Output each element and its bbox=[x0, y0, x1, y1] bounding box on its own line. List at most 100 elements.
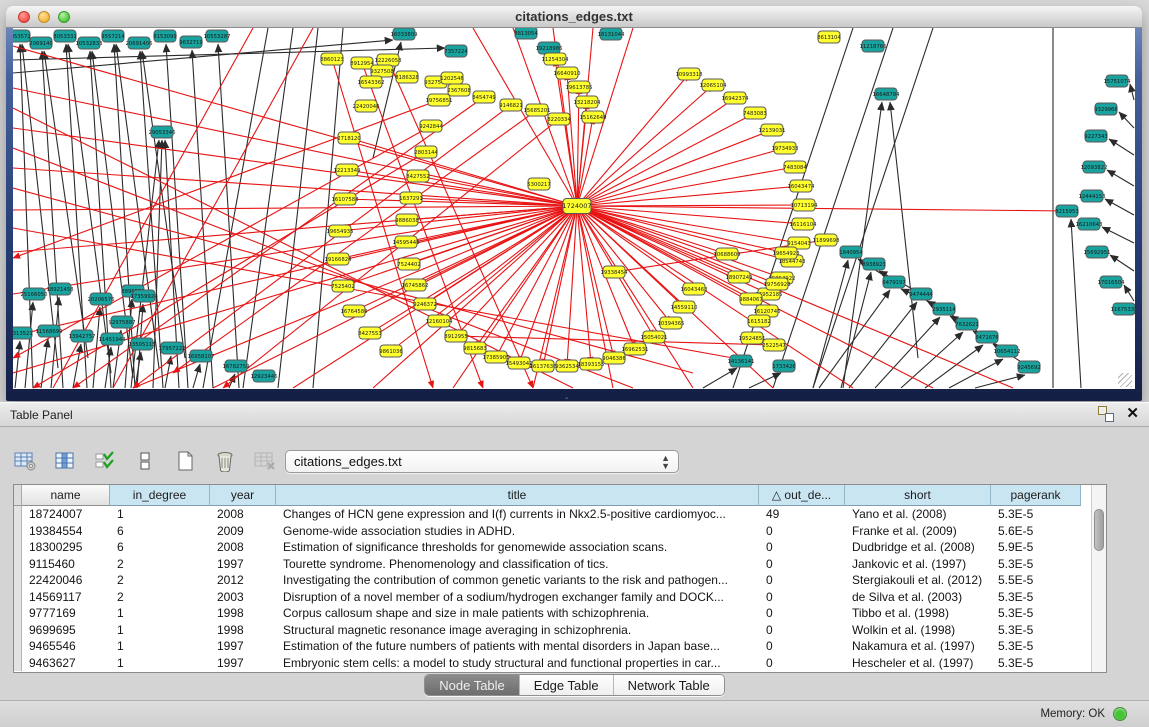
column-header-in_degree[interactable]: in_degree bbox=[110, 485, 210, 506]
column-header-short[interactable]: short bbox=[845, 485, 991, 506]
table-cell: Corpus callosum shape and size in male p… bbox=[276, 605, 759, 622]
delete-column-icon[interactable] bbox=[212, 449, 238, 473]
node-label: 19756851 bbox=[426, 98, 453, 104]
node-label: 12093822 bbox=[1081, 165, 1108, 171]
table-cell: Estimation of significance thresholds fo… bbox=[276, 539, 759, 556]
table-row[interactable]: 1830029562008Estimation of significance … bbox=[14, 539, 1106, 556]
node-label: 10654112 bbox=[994, 349, 1021, 355]
table-cell: 2 bbox=[110, 589, 210, 606]
table-cell: 0 bbox=[759, 589, 845, 606]
column-header-out_de[interactable]: △ out_de... bbox=[759, 485, 845, 506]
node-label: 12226058 bbox=[375, 58, 403, 64]
table-cell: 5.3E-5 bbox=[991, 638, 1081, 655]
table-row[interactable]: 1872400712008Changes of HCN gene express… bbox=[14, 506, 1106, 523]
node-label: 13218204 bbox=[574, 100, 602, 106]
table-cell: Nakamura et al. (1997) bbox=[845, 638, 991, 655]
node-label: 9474444 bbox=[909, 292, 933, 298]
row-header-cell bbox=[14, 556, 22, 573]
node-label: 8938923 bbox=[862, 262, 886, 268]
table-cell: 22420046 bbox=[22, 572, 110, 589]
combobox-stepper-icon: ▲▼ bbox=[661, 454, 670, 470]
table-row[interactable]: 1456911722003Disruption of a novel membe… bbox=[14, 589, 1106, 606]
tab-edge-table[interactable]: Edge Table bbox=[520, 675, 614, 695]
table-cell: 0 bbox=[759, 622, 845, 639]
scrollbar-thumb[interactable] bbox=[1094, 509, 1104, 551]
node-label: 16107588 bbox=[332, 197, 360, 203]
table-cell: Changes of HCN gene expression and I(f) … bbox=[276, 506, 759, 523]
table-cell: 0 bbox=[759, 556, 845, 573]
node-label: 20691406 bbox=[126, 41, 154, 47]
table-row[interactable]: 946554611997Estimation of the future num… bbox=[14, 638, 1106, 655]
node-label: 14595443 bbox=[393, 240, 420, 246]
table-cell: 1 bbox=[110, 638, 210, 655]
node-label: 9246372 bbox=[413, 302, 437, 308]
node-label: 12139031 bbox=[759, 128, 786, 134]
table-cell: 5.3E-5 bbox=[991, 589, 1081, 606]
window-resize-grip[interactable] bbox=[1118, 373, 1132, 387]
row-height-icon[interactable] bbox=[132, 449, 158, 473]
table-row[interactable]: 946362711997Embryonic stem cells: a mode… bbox=[14, 655, 1106, 672]
node-label: 9327508 bbox=[370, 69, 394, 75]
table-cell: 2 bbox=[110, 572, 210, 589]
row-selection-icon[interactable] bbox=[92, 449, 118, 473]
node-label: 10553287 bbox=[204, 34, 231, 40]
tab-network-table[interactable]: Network Table bbox=[614, 675, 724, 695]
node-label: 9245692 bbox=[1017, 365, 1041, 371]
table-row[interactable]: 969969511998Structural magnetic resonanc… bbox=[14, 622, 1106, 639]
network-window: citations_edges.txt 90535722069140805333… bbox=[6, 6, 1142, 401]
node-label: 19524851 bbox=[739, 336, 766, 342]
show-columns-icon[interactable] bbox=[52, 449, 78, 473]
new-column-icon[interactable] bbox=[172, 449, 198, 473]
node-label: 10532833 bbox=[76, 41, 103, 47]
node-label: 19613785 bbox=[566, 85, 593, 91]
table-row[interactable]: 911546021997Tourette syndrome. Phenomeno… bbox=[14, 556, 1106, 573]
table-row[interactable]: 2242004622012Investigating the contribut… bbox=[14, 572, 1106, 589]
window-titlebar[interactable]: citations_edges.txt bbox=[6, 6, 1142, 28]
float-panel-icon[interactable] bbox=[1098, 406, 1114, 422]
table-cell: 2008 bbox=[210, 506, 276, 523]
node-label: 9242844 bbox=[419, 124, 443, 130]
table-cell: 1 bbox=[110, 622, 210, 639]
table-cell: 6 bbox=[110, 539, 210, 556]
close-panel-icon[interactable]: ✕ bbox=[1126, 406, 1139, 422]
table-select-combobox[interactable]: citations_edges.txt ▲▼ bbox=[285, 450, 679, 473]
table-cell: 1 bbox=[110, 655, 210, 672]
node-label: 16962531 bbox=[622, 347, 649, 353]
tab-node-table[interactable]: Node Table bbox=[425, 675, 520, 695]
node-label: 16120746 bbox=[754, 309, 782, 315]
node-label: 9815683 bbox=[463, 346, 487, 352]
table-row[interactable]: 977716911998Corpus callosum shape and si… bbox=[14, 605, 1106, 622]
table-cell: 1998 bbox=[210, 622, 276, 639]
node-label: 15162649 bbox=[580, 115, 607, 121]
node-label: 8912954 bbox=[350, 61, 374, 67]
node-label: 1840954 bbox=[839, 250, 863, 256]
node-label: 8053331 bbox=[53, 34, 77, 40]
node-label: 1733426 bbox=[772, 364, 796, 370]
node-label: 11568699 bbox=[36, 329, 63, 335]
node-label: 18544743 bbox=[779, 259, 806, 265]
column-header-year[interactable]: year bbox=[210, 485, 276, 506]
column-header-title[interactable]: title bbox=[276, 485, 759, 506]
node-label: 8186328 bbox=[395, 75, 419, 81]
table-body: 1872400712008Changes of HCN gene express… bbox=[14, 506, 1106, 672]
node-label: 16116104 bbox=[790, 222, 818, 228]
table-mode-icon[interactable] bbox=[12, 449, 38, 473]
table-cell: Jankovic et al. (1997) bbox=[845, 556, 991, 573]
node-label: 2935114 bbox=[932, 307, 956, 313]
node-label: 20206576 bbox=[88, 297, 116, 303]
column-header-name[interactable]: name bbox=[22, 485, 110, 506]
combobox-value: citations_edges.txt bbox=[294, 454, 661, 469]
node-label: 16745862 bbox=[402, 283, 429, 289]
divider-handle-icon[interactable]: ˆ bbox=[565, 397, 568, 408]
table-row[interactable]: 1938455462009Genome-wide association stu… bbox=[14, 523, 1106, 540]
column-header-pagerank[interactable]: pagerank bbox=[991, 485, 1081, 506]
node-label: 9313521 bbox=[13, 331, 33, 337]
node-label: 9154043 bbox=[787, 241, 811, 247]
vertical-scrollbar[interactable] bbox=[1091, 485, 1106, 672]
table-cell: 2009 bbox=[210, 523, 276, 540]
node-label: 25166050 bbox=[21, 292, 49, 298]
network-canvas[interactable]: 9053572206914080533311053283395572142069… bbox=[13, 28, 1135, 389]
node-label: 13942757 bbox=[69, 334, 96, 340]
node-label: 11675335 bbox=[1111, 307, 1135, 313]
node-label: 1724007 bbox=[563, 202, 592, 210]
